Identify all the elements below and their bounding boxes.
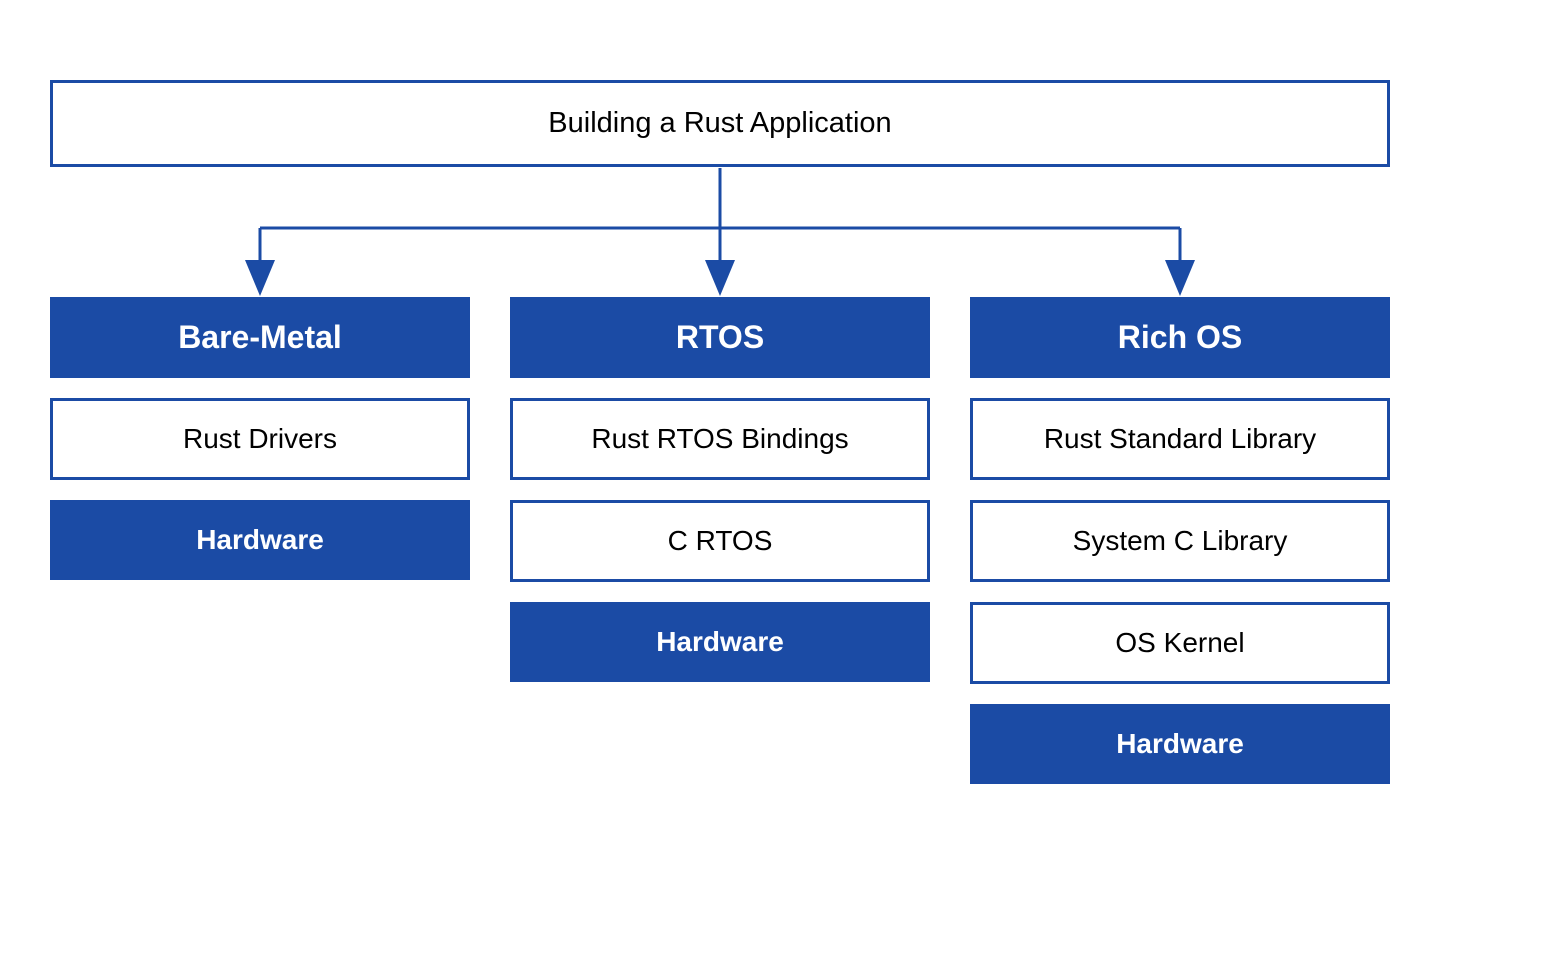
diagram-container: Building a Rust Application Bare-Metal R…	[0, 0, 1550, 864]
header-label: Rich OS	[1118, 319, 1242, 355]
header-label: RTOS	[676, 319, 764, 355]
title-box: Building a Rust Application	[50, 80, 1390, 167]
layer-label: Rust RTOS Bindings	[591, 423, 848, 454]
header-rtos: RTOS	[510, 297, 930, 378]
layer-label: OS Kernel	[1115, 627, 1244, 658]
hardware-box: Hardware	[970, 704, 1390, 784]
layer-box: Rust Standard Library	[970, 398, 1390, 480]
layer-label: C RTOS	[668, 525, 773, 556]
layer-label: Hardware	[1116, 728, 1244, 759]
column-rtos: RTOS Rust RTOS Bindings C RTOS Hardware	[510, 297, 930, 784]
layer-label: Hardware	[656, 626, 784, 657]
layer-box: Rust RTOS Bindings	[510, 398, 930, 480]
layer-box: OS Kernel	[970, 602, 1390, 684]
column-rich-os: Rich OS Rust Standard Library System C L…	[970, 297, 1390, 784]
layer-label: Rust Drivers	[183, 423, 337, 454]
layer-label: Hardware	[196, 524, 324, 555]
hardware-box: Hardware	[510, 602, 930, 682]
layer-box: C RTOS	[510, 500, 930, 582]
layer-label: Rust Standard Library	[1044, 423, 1316, 454]
header-label: Bare-Metal	[178, 319, 342, 355]
hardware-box: Hardware	[50, 500, 470, 580]
header-rich-os: Rich OS	[970, 297, 1390, 378]
layer-label: System C Library	[1073, 525, 1288, 556]
layer-box: System C Library	[970, 500, 1390, 582]
layer-box: Rust Drivers	[50, 398, 470, 480]
columns-container: Bare-Metal Rust Drivers Hardware RTOS Ru…	[50, 297, 1390, 784]
header-bare-metal: Bare-Metal	[50, 297, 470, 378]
column-bare-metal: Bare-Metal Rust Drivers Hardware	[50, 297, 470, 784]
title-text: Building a Rust Application	[548, 107, 891, 139]
